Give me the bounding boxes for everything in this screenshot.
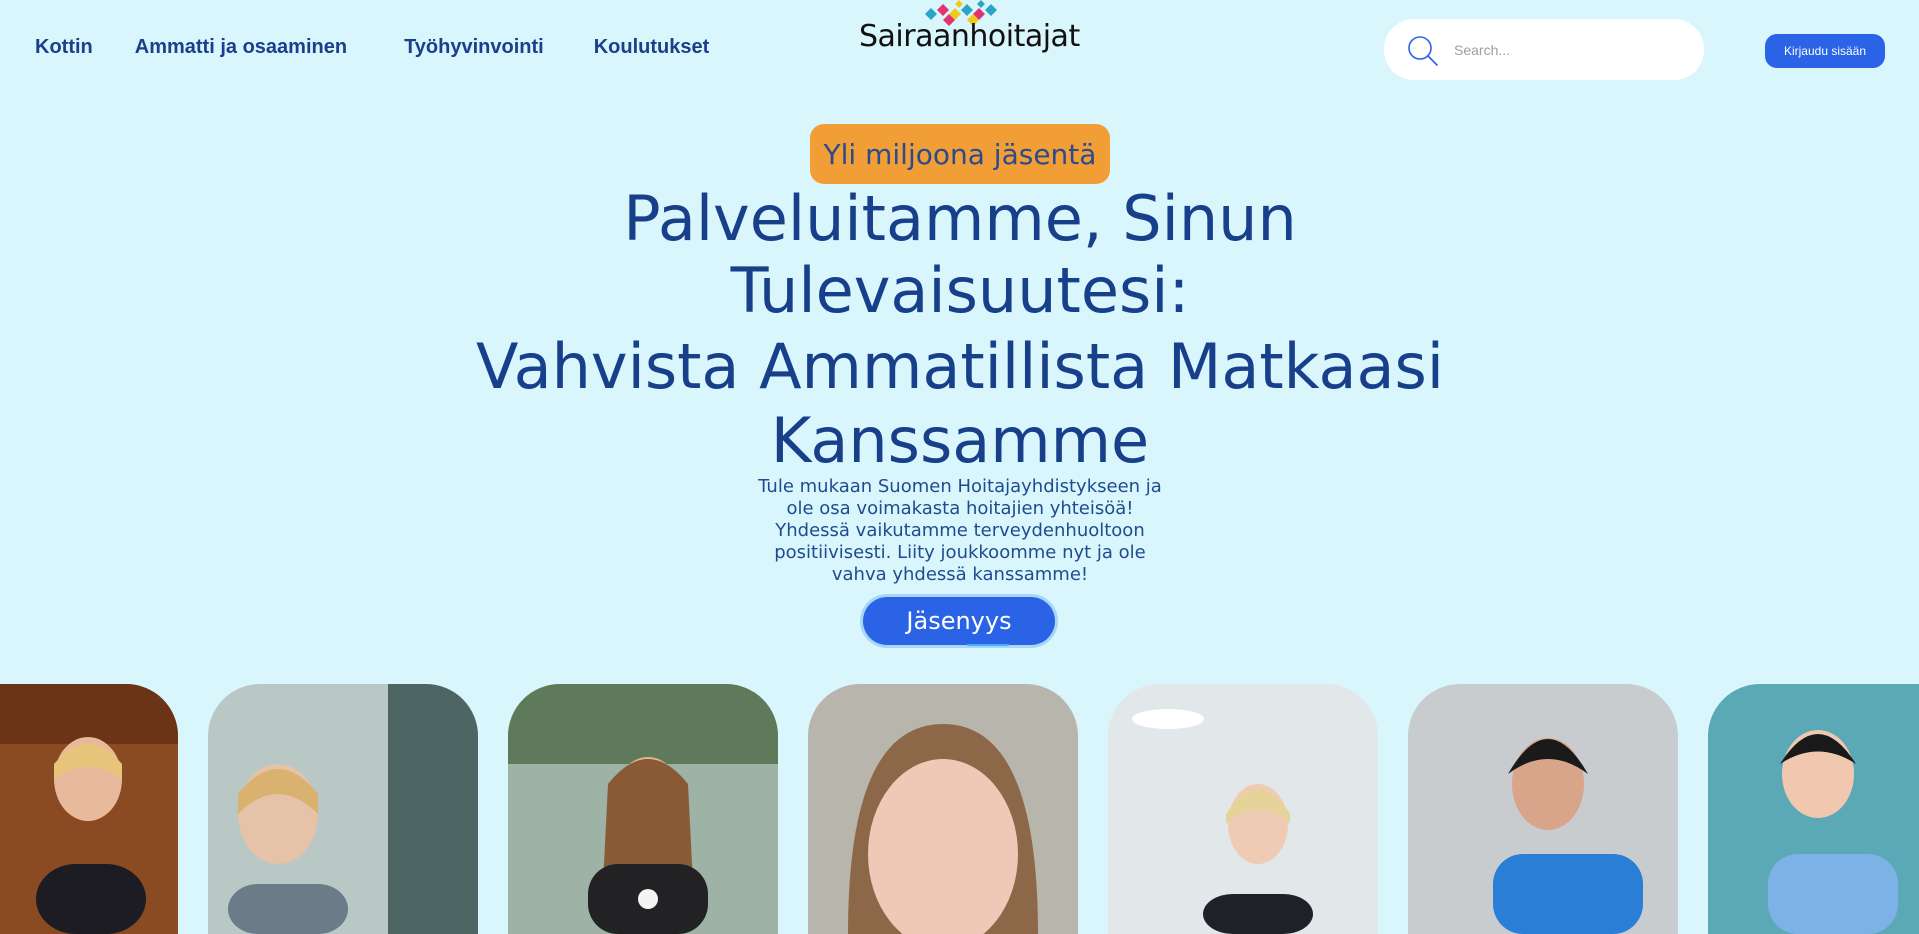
main-nav: Kottin Ammatti ja osaaminen Työhyvinvoin…: [35, 36, 709, 59]
nurse-photo-card[interactable]: [508, 684, 778, 934]
nurse-photo: [208, 684, 478, 934]
nurse-photo-carousel: [0, 684, 1919, 934]
nurse-photo-card[interactable]: [1708, 684, 1919, 934]
membership-button-underline: [967, 644, 1009, 646]
hero-intro-text: Tule mukaan Suomen Hoitajayhdistykseen j…: [758, 476, 1162, 585]
nurse-photo-card[interactable]: [0, 684, 178, 934]
member-count-badge: Yli miljoona jäsentä: [810, 124, 1110, 184]
nav-item-koulutukset[interactable]: Koulutukset: [594, 36, 710, 59]
membership-button-wrapper: Jäsenyys: [860, 594, 1058, 648]
search-icon: [1408, 36, 1438, 66]
nurse-photo-card[interactable]: [1408, 684, 1678, 934]
nav-item-tyohyvinvointi[interactable]: Työhyvinvointi: [404, 36, 544, 59]
logo-text: Sairaanhoitajat: [859, 19, 1080, 54]
nav-item-kottin[interactable]: Kottin: [35, 36, 93, 59]
nurse-photo: [808, 684, 1078, 934]
hero-subtitle: Vahvista Ammatillista Matkaasi Kanssamme: [460, 330, 1460, 478]
hero-subtitle-line2: Kanssamme: [770, 404, 1150, 477]
nurse-photo: [0, 684, 178, 934]
nurse-photo-card[interactable]: [1108, 684, 1378, 934]
site-logo[interactable]: Sairaanhoitajat: [855, 0, 1080, 60]
nav-item-ammatti-ja-osaaminen[interactable]: Ammatti ja osaaminen: [135, 36, 347, 59]
membership-button[interactable]: Jäsenyys: [863, 597, 1055, 645]
hero-title-line1: Palveluitamme, Sinun: [623, 182, 1297, 255]
nurse-photo-card[interactable]: [808, 684, 1078, 934]
nurse-photo: [1408, 684, 1678, 934]
search-box[interactable]: [1384, 19, 1704, 80]
nurse-photo: [1108, 684, 1378, 934]
hero-title-line2: Tulevaisuutesi:: [730, 254, 1190, 327]
login-button[interactable]: Kirjaudu sisään: [1765, 34, 1885, 68]
hero-subtitle-line1: Vahvista Ammatillista Matkaasi: [476, 330, 1444, 403]
search-input[interactable]: [1452, 37, 1686, 63]
nurse-photo: [508, 684, 778, 934]
nurse-photo: [1708, 684, 1919, 934]
hero-title: Palveluitamme, Sinun Tulevaisuutesi:: [460, 183, 1460, 327]
nurse-photo-card[interactable]: [208, 684, 478, 934]
